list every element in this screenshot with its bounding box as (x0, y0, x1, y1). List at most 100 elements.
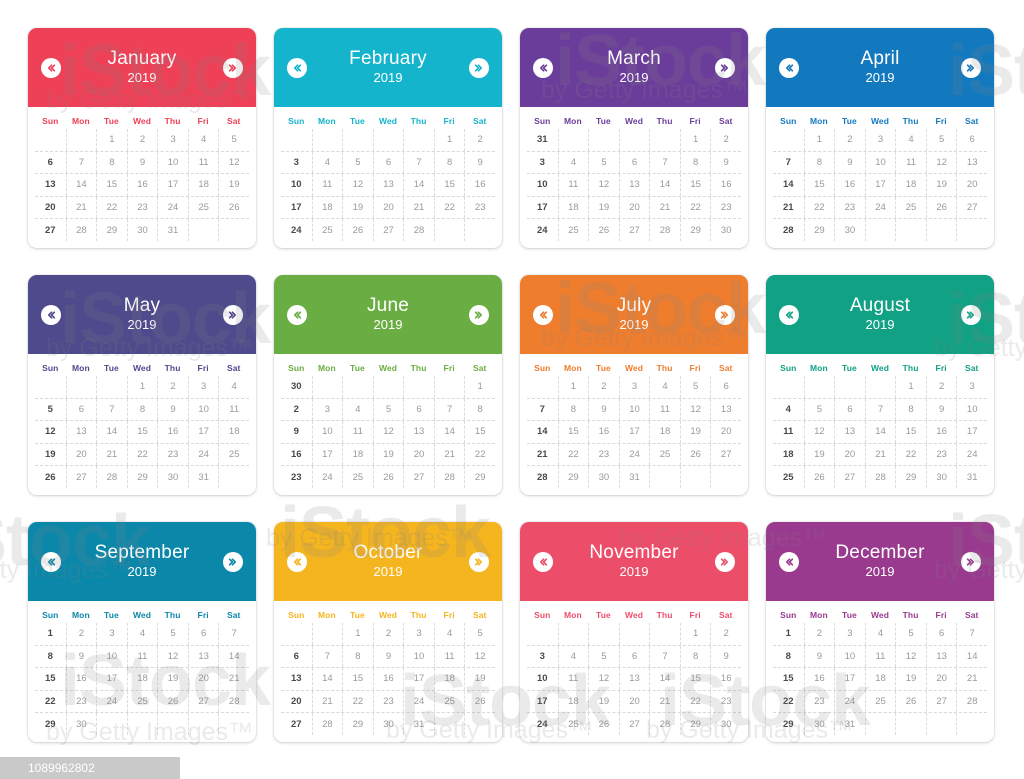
day-cell[interactable]: 11 (342, 421, 373, 443)
day-cell[interactable]: 8 (96, 151, 127, 174)
day-cell[interactable]: 9 (925, 398, 957, 421)
day-cell[interactable]: 15 (773, 668, 804, 690)
day-cell[interactable]: 15 (35, 668, 66, 690)
day-cell[interactable]: 31 (834, 713, 865, 735)
day-cell[interactable]: 12 (895, 645, 926, 668)
day-cell[interactable]: 28 (649, 219, 680, 241)
day-cell[interactable]: 8 (679, 645, 711, 668)
day-cell[interactable]: 1 (96, 129, 127, 151)
day-cell[interactable]: 9 (157, 398, 188, 421)
day-cell[interactable]: 23 (157, 443, 188, 466)
day-cell[interactable]: 9 (710, 645, 741, 668)
day-cell[interactable]: 2 (464, 129, 495, 151)
day-cell[interactable]: 15 (433, 174, 465, 196)
day-cell[interactable]: 6 (281, 646, 312, 668)
day-cell[interactable]: 26 (588, 219, 619, 241)
day-cell[interactable]: 8 (464, 398, 495, 421)
day-cell[interactable]: 3 (187, 376, 219, 398)
day-cell[interactable]: 16 (464, 174, 495, 196)
day-cell[interactable]: 12 (218, 151, 249, 174)
day-cell[interactable]: 10 (527, 174, 558, 196)
day-cell[interactable]: 17 (864, 174, 896, 196)
day-cell[interactable]: 26 (372, 466, 404, 488)
day-cell[interactable]: 30 (65, 713, 97, 735)
day-cell[interactable]: 12 (372, 421, 404, 443)
day-cell[interactable]: 8 (803, 151, 835, 174)
day-cell[interactable]: 4 (557, 151, 589, 174)
day-cell[interactable]: 22 (803, 196, 835, 219)
day-cell[interactable]: 3 (956, 376, 987, 398)
day-cell[interactable]: 15 (96, 174, 127, 196)
day-cell[interactable]: 1 (679, 623, 711, 645)
day-cell[interactable]: 19 (218, 174, 249, 196)
day-cell[interactable]: 17 (96, 668, 127, 690)
day-cell[interactable]: 14 (65, 174, 97, 196)
day-cell[interactable]: 11 (557, 668, 589, 690)
day-cell[interactable]: 27 (65, 466, 97, 488)
day-cell[interactable]: 23 (710, 196, 741, 219)
day-cell[interactable]: 14 (218, 645, 249, 668)
day-cell[interactable]: 1 (126, 376, 158, 398)
day-cell[interactable]: 16 (588, 421, 619, 443)
day-cell[interactable]: 30 (588, 466, 619, 488)
day-cell[interactable]: 8 (895, 398, 926, 421)
day-cell[interactable]: 25 (773, 466, 804, 488)
day-cell[interactable]: 6 (403, 398, 434, 421)
day-cell[interactable]: 21 (649, 690, 680, 713)
day-cell[interactable]: 19 (35, 444, 66, 466)
day-cell[interactable]: 7 (864, 398, 896, 421)
day-cell[interactable]: 10 (618, 398, 650, 421)
day-cell[interactable]: 12 (464, 645, 495, 668)
day-cell[interactable]: 20 (35, 197, 66, 219)
day-cell[interactable]: 4 (864, 623, 896, 645)
day-cell[interactable]: 14 (649, 174, 680, 196)
day-cell[interactable]: 11 (126, 645, 158, 668)
day-cell[interactable]: 1 (895, 376, 926, 398)
day-cell[interactable]: 13 (187, 645, 219, 668)
day-cell[interactable]: 1 (35, 623, 66, 645)
day-cell[interactable]: 17 (527, 691, 558, 713)
day-cell[interactable]: 6 (925, 623, 957, 645)
day-cell[interactable]: 24 (527, 219, 558, 241)
day-cell[interactable]: 13 (65, 421, 97, 443)
day-cell[interactable]: 12 (35, 421, 66, 443)
day-cell[interactable]: 27 (710, 443, 741, 466)
day-cell[interactable]: 30 (925, 466, 957, 488)
day-cell[interactable]: 28 (527, 466, 558, 488)
day-cell[interactable]: 4 (311, 151, 343, 174)
day-cell[interactable]: 16 (710, 174, 741, 196)
day-cell[interactable]: 29 (803, 219, 835, 241)
day-cell[interactable]: 28 (218, 690, 249, 713)
day-cell[interactable]: 20 (65, 443, 97, 466)
day-cell[interactable]: 2 (925, 376, 957, 398)
day-cell[interactable]: 16 (834, 174, 865, 196)
day-cell[interactable]: 2 (710, 623, 741, 645)
day-cell[interactable]: 7 (218, 623, 249, 645)
day-cell[interactable]: 9 (710, 151, 741, 174)
day-cell[interactable]: 27 (618, 219, 650, 241)
day-cell[interactable]: 1 (342, 623, 373, 645)
day-cell[interactable]: 3 (527, 152, 558, 174)
day-cell[interactable]: 18 (218, 421, 249, 443)
day-cell[interactable]: 29 (557, 466, 589, 488)
day-cell[interactable]: 21 (65, 196, 97, 219)
day-cell[interactable]: 30 (281, 376, 312, 398)
prev-month-button[interactable] (41, 57, 61, 78)
day-cell[interactable]: 25 (342, 466, 373, 488)
day-cell[interactable]: 2 (834, 129, 865, 151)
day-cell[interactable]: 21 (218, 668, 249, 690)
day-cell[interactable]: 7 (956, 623, 987, 645)
day-cell[interactable]: 13 (372, 174, 404, 196)
day-cell[interactable]: 1 (433, 129, 465, 151)
day-cell[interactable]: 18 (126, 668, 158, 690)
day-cell[interactable]: 9 (834, 151, 865, 174)
day-cell[interactable]: 24 (157, 196, 188, 219)
next-month-button[interactable] (223, 551, 243, 572)
day-cell[interactable]: 3 (281, 152, 312, 174)
day-cell[interactable]: 18 (311, 196, 343, 219)
day-cell[interactable]: 1 (679, 129, 711, 151)
day-cell[interactable]: 3 (157, 129, 188, 151)
day-cell[interactable]: 4 (649, 376, 680, 398)
prev-month-button[interactable] (779, 304, 799, 325)
day-cell[interactable]: 16 (803, 668, 835, 690)
